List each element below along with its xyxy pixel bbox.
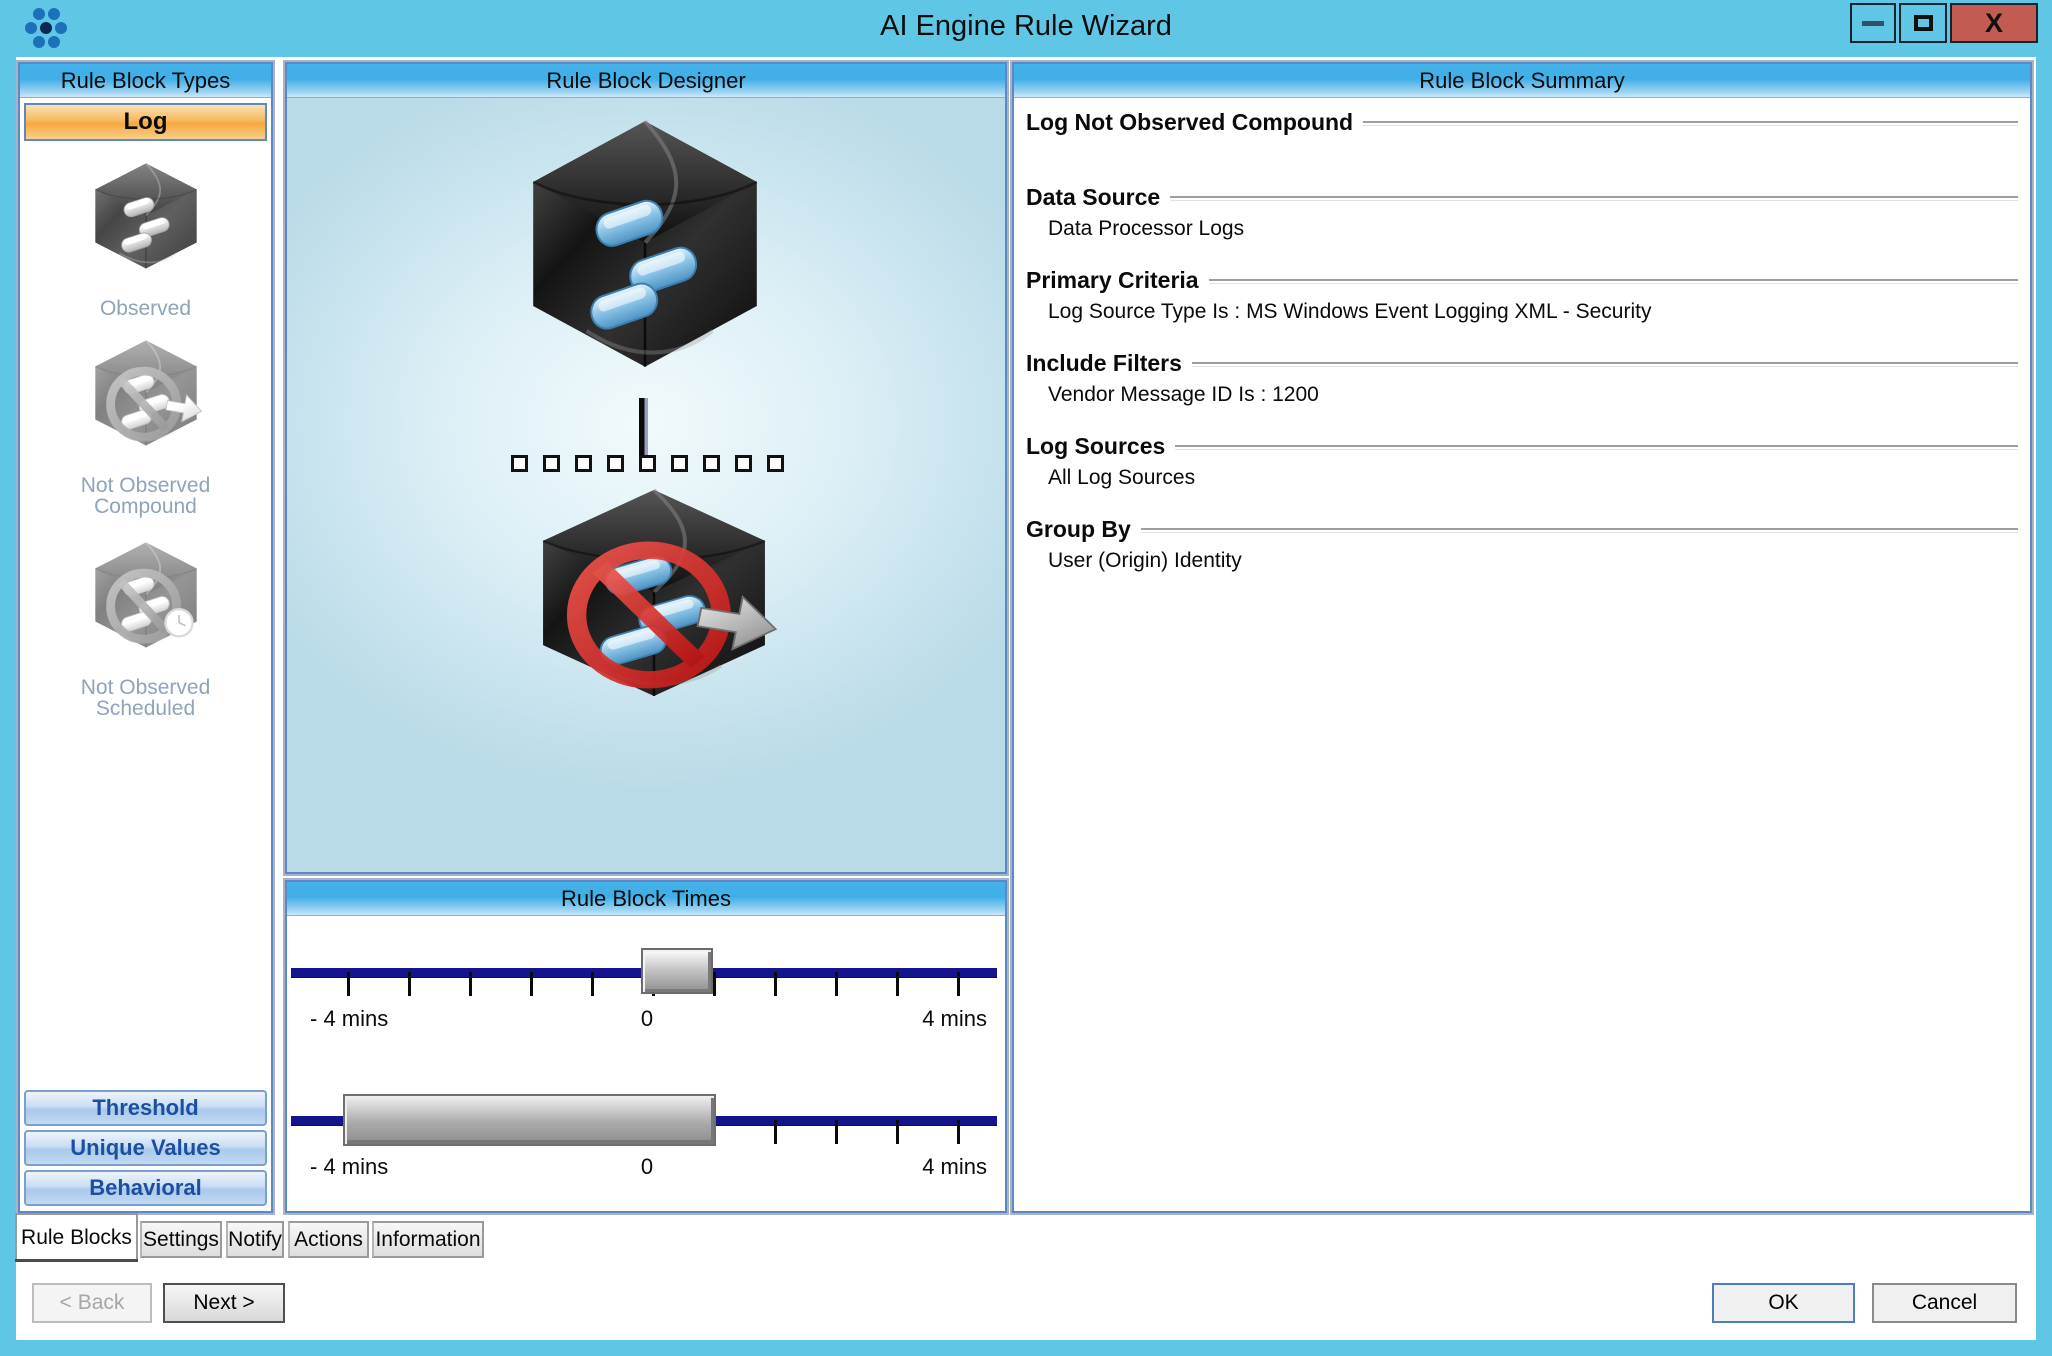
selection-handle[interactable]	[671, 455, 688, 472]
designer-canvas[interactable]	[287, 98, 1005, 872]
summary-section-log-sources: Log Sources All Log Sources	[1026, 432, 2018, 491]
threshold-category-button[interactable]: Threshold	[24, 1090, 267, 1126]
summary-section-include-filters: Include Filters Vendor Message ID Is : 1…	[1026, 349, 2018, 408]
rule-block-times-panel: Rule Block Times - 4 mins 0 4 mins - 4 m…	[285, 880, 1007, 1213]
observed-log-cube-graphic[interactable]	[515, 113, 775, 375]
rule-block-times-header: Rule Block Times	[287, 882, 1005, 916]
rule-block-type-label: Not Observed Scheduled	[56, 677, 236, 719]
section-divider	[1363, 121, 2018, 126]
rule-block-type-label: Observed	[56, 298, 236, 319]
section-label: Group By	[1026, 515, 1131, 543]
not-observed-compound-cube-icon	[81, 337, 211, 449]
section-value: User (Origin) Identity	[1048, 548, 2018, 574]
time-slider-thumb[interactable]	[641, 948, 713, 994]
rule-block-type-label: Not Observed Compound	[56, 475, 236, 517]
summary-section-primary-criteria: Primary Criteria Log Source Type Is : MS…	[1026, 266, 2018, 325]
slider-min-label: - 4 mins	[310, 1006, 388, 1032]
tick-mark	[713, 972, 716, 996]
cancel-button[interactable]: Cancel	[1872, 1283, 2017, 1323]
rule-block-types-panel: Rule Block Types Log Observed Not Observ…	[18, 62, 273, 1213]
tick-mark	[835, 1120, 838, 1144]
time-range-bar[interactable]	[343, 1094, 716, 1146]
tick-mark	[774, 1120, 777, 1144]
active-tab-underline	[15, 1259, 138, 1262]
section-value: All Log Sources	[1048, 465, 2018, 491]
rule-block-type-not-observed-scheduled[interactable]: Not Observed Scheduled	[56, 539, 236, 719]
selection-handle[interactable]	[575, 455, 592, 472]
selection-handle[interactable]	[735, 455, 752, 472]
close-icon: X	[1985, 8, 2003, 39]
tick-mark	[591, 972, 594, 996]
rule-block-type-not-observed-compound[interactable]: Not Observed Compound	[56, 337, 236, 517]
tick-mark	[774, 972, 777, 996]
minimize-icon	[1862, 21, 1884, 26]
unique-values-category-button[interactable]: Unique Values	[24, 1130, 267, 1166]
selection-handle[interactable]	[639, 455, 656, 472]
rule-block-type-observed[interactable]: Observed	[56, 160, 236, 319]
rule-block-summary-content: Log Not Observed Compound Data Source Da…	[1014, 98, 2030, 1211]
tab-actions[interactable]: Actions	[288, 1221, 369, 1258]
summary-section-group-by: Group By User (Origin) Identity	[1026, 515, 2018, 574]
tab-rule-blocks[interactable]: Rule Blocks	[15, 1213, 138, 1260]
tab-settings[interactable]: Settings	[140, 1221, 222, 1258]
tick-mark	[957, 1120, 960, 1144]
minimize-button[interactable]	[1850, 3, 1896, 43]
range-max-label: 4 mins	[887, 1154, 987, 1180]
selection-handle[interactable]	[511, 455, 528, 472]
section-divider	[1175, 445, 2018, 450]
not-observed-scheduled-cube-icon	[81, 539, 211, 651]
slider-zero-label: 0	[587, 1006, 707, 1032]
section-value: Log Source Type Is : MS Windows Event Lo…	[1048, 299, 2018, 325]
section-divider	[1209, 279, 2018, 284]
section-label: Log Sources	[1026, 432, 1165, 460]
range-zero-label: 0	[587, 1154, 707, 1180]
tab-information[interactable]: Information	[372, 1221, 484, 1258]
behavioral-category-button[interactable]: Behavioral	[24, 1170, 267, 1206]
selection-handle[interactable]	[767, 455, 784, 472]
category-button-group: Threshold Unique Values Behavioral	[24, 1086, 267, 1206]
selection-handles	[511, 455, 784, 727]
maximize-button[interactable]	[1899, 3, 1947, 43]
tick-mark	[408, 972, 411, 996]
section-divider	[1170, 196, 2018, 201]
tick-mark	[530, 972, 533, 996]
slider-max-label: 4 mins	[887, 1006, 987, 1032]
log-category-button[interactable]: Log	[24, 103, 267, 141]
section-divider	[1192, 362, 2018, 367]
rule-block-type-list: Observed Not Observed Compound Not Obser…	[20, 160, 271, 719]
section-value: Vendor Message ID Is : 1200	[1048, 382, 2018, 408]
summary-section-data-source: Data Source Data Processor Logs	[1026, 183, 2018, 242]
back-button[interactable]: < Back	[32, 1283, 152, 1323]
rule-block-designer-header: Rule Block Designer	[287, 64, 1005, 98]
section-value: Data Processor Logs	[1048, 216, 2018, 242]
rule-block-summary-panel: Rule Block Summary Log Not Observed Comp…	[1012, 62, 2032, 1213]
window-title: AI Engine Rule Wizard	[0, 10, 2052, 43]
ok-button[interactable]: OK	[1712, 1283, 1855, 1323]
maximize-icon	[1914, 15, 1933, 31]
observed-cube-icon	[81, 160, 211, 272]
range-min-label: - 4 mins	[310, 1154, 388, 1180]
next-button[interactable]: Next >	[163, 1283, 285, 1323]
tab-notify[interactable]: Notify	[226, 1221, 284, 1258]
tick-mark	[469, 972, 472, 996]
section-label: Data Source	[1026, 183, 1160, 211]
rule-block-types-header: Rule Block Types	[20, 64, 271, 98]
close-button[interactable]: X	[1950, 3, 2038, 43]
section-label: Primary Criteria	[1026, 266, 1199, 294]
tick-mark	[896, 972, 899, 996]
tick-mark	[957, 972, 960, 996]
summary-rule-title: Log Not Observed Compound	[1026, 108, 1353, 136]
window-titlebar: AI Engine Rule Wizard X	[0, 0, 2052, 57]
selection-handle[interactable]	[607, 455, 624, 472]
rule-block-summary-header: Rule Block Summary	[1014, 64, 2030, 98]
rule-block-times-content: - 4 mins 0 4 mins - 4 mins 0 4 mins	[287, 916, 1005, 1211]
rule-block-designer-panel: Rule Block Designer	[285, 62, 1007, 874]
tick-mark	[835, 972, 838, 996]
tick-mark	[347, 972, 350, 996]
section-divider	[1141, 528, 2018, 533]
section-label: Include Filters	[1026, 349, 1182, 377]
selection-handle[interactable]	[703, 455, 720, 472]
tick-mark	[896, 1120, 899, 1144]
selection-handle[interactable]	[543, 455, 560, 472]
